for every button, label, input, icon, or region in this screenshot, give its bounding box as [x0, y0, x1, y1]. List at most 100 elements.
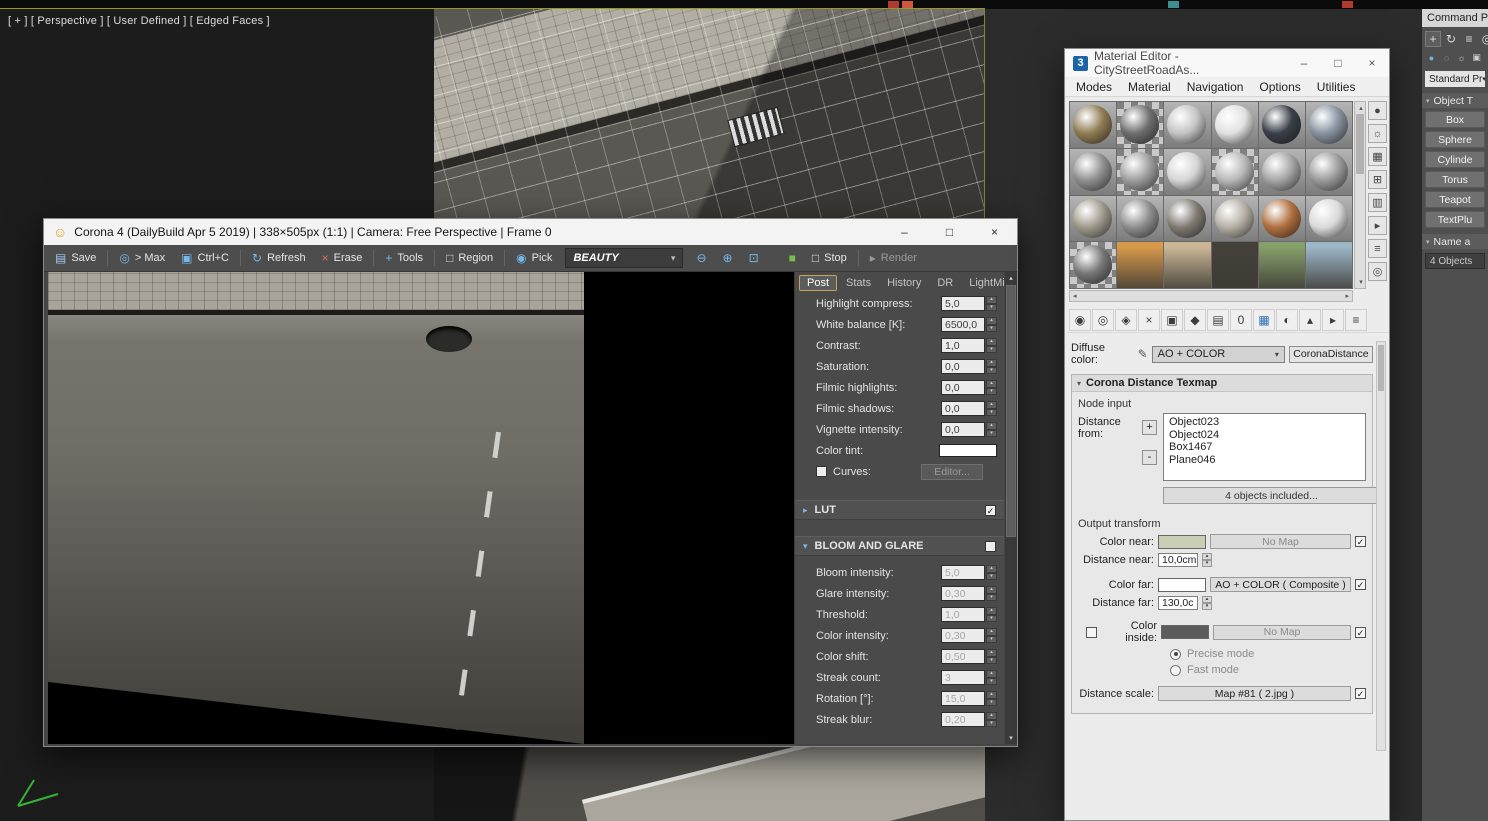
- spinner-down-icon[interactable]: ▾: [986, 387, 997, 395]
- spinner-up-icon[interactable]: ▴: [986, 712, 997, 720]
- material-slot[interactable]: [1070, 242, 1117, 288]
- geometry-category[interactable]: ●: [1425, 51, 1438, 64]
- maximize-button[interactable]: □: [927, 219, 972, 245]
- material-slot[interactable]: [1211, 242, 1258, 288]
- setting-value-input[interactable]: 5,0: [941, 565, 985, 580]
- rollout-header[interactable]: ▾ Corona Distance Texmap: [1072, 375, 1372, 392]
- color-near-swatch[interactable]: [1158, 534, 1206, 549]
- go-to-parent-icon[interactable]: ▴: [1299, 308, 1321, 331]
- objects-included-button[interactable]: 4 objects included...: [1163, 487, 1380, 504]
- curves-checkbox[interactable]: [816, 466, 827, 477]
- color-inside-map-button[interactable]: No Map: [1213, 624, 1351, 640]
- value-spinner[interactable]: ▴ ▾: [986, 380, 997, 395]
- material-slot[interactable]: [1258, 102, 1305, 148]
- primitive-button-cylinde[interactable]: Cylinde: [1425, 151, 1485, 168]
- primitive-button-torus[interactable]: Torus: [1425, 171, 1485, 188]
- save-button[interactable]: ▤ Save: [48, 247, 103, 269]
- material-slot[interactable]: [1164, 195, 1211, 242]
- select-by-material-icon[interactable]: ◎: [1368, 262, 1387, 281]
- material-editor-titlebar[interactable]: 3 Material Editor - CityStreetRoadAs... …: [1065, 49, 1389, 77]
- reset-map-icon[interactable]: ×: [1138, 308, 1160, 331]
- spinner-down-icon[interactable]: ▾: [986, 635, 997, 643]
- material-slot[interactable]: [1117, 148, 1164, 195]
- render-region-button[interactable]: ■: [782, 247, 803, 269]
- setting-value-input[interactable]: 0,0: [941, 359, 985, 374]
- spinner-up-icon[interactable]: ▴: [986, 359, 997, 367]
- menu-material[interactable]: Material: [1121, 80, 1178, 94]
- spinner-up-icon[interactable]: ▴: [986, 628, 997, 636]
- setting-value-input[interactable]: 0,0: [941, 380, 985, 395]
- value-spinner[interactable]: ▴ ▾: [986, 712, 997, 727]
- zoom-in-button[interactable]: ⊕: [716, 247, 740, 269]
- spinner-up-icon[interactable]: ▴: [986, 586, 997, 594]
- value-spinner[interactable]: ▴ ▾: [986, 586, 997, 601]
- setting-value-input[interactable]: 0,50: [941, 649, 985, 664]
- viewport-label[interactable]: [ + ] [ Perspective ] [ User Defined ] […: [8, 15, 270, 27]
- add-object-button[interactable]: +: [1142, 420, 1157, 435]
- scroll-up-icon[interactable]: ▴: [1005, 272, 1017, 284]
- material-slot[interactable]: [1117, 195, 1164, 242]
- color-inside-swatch[interactable]: [1161, 625, 1209, 639]
- object-list-item[interactable]: Plane046: [1169, 454, 1360, 467]
- spinner-down-icon[interactable]: ▾: [986, 345, 997, 353]
- material-slot[interactable]: [1305, 102, 1352, 148]
- scroll-left-icon[interactable]: ◂: [1070, 292, 1080, 300]
- slot-grid-hscrollbar[interactable]: ◂ ▸: [1069, 290, 1353, 302]
- value-spinner[interactable]: ▴ ▾: [986, 691, 997, 706]
- close-button[interactable]: ×: [972, 219, 1017, 245]
- zoom-reset-button[interactable]: ⊡: [742, 247, 766, 269]
- send-to-max-button[interactable]: ◎ > Max: [112, 247, 172, 269]
- setting-value-input[interactable]: 0,20: [941, 712, 985, 727]
- spinner-up-icon[interactable]: ▴: [986, 670, 997, 678]
- setting-value-input[interactable]: 0,30: [941, 586, 985, 601]
- region-button[interactable]: □ Region: [439, 247, 500, 269]
- material-map-navigator-icon[interactable]: ≡: [1345, 308, 1367, 331]
- spinner-down-icon[interactable]: ▾: [986, 572, 997, 580]
- value-spinner[interactable]: ▴ ▾: [986, 628, 997, 643]
- object-name-field[interactable]: 4 Objects: [1425, 253, 1485, 269]
- minimize-button[interactable]: –: [882, 219, 927, 245]
- render-element-select[interactable]: BEAUTY ▾: [565, 248, 684, 268]
- show-shaded-material-in-viewport-icon[interactable]: ▦: [1253, 308, 1275, 331]
- assign-material-to-selection-icon[interactable]: ◈: [1115, 308, 1137, 331]
- color-inside-enable-checkbox[interactable]: [1086, 626, 1097, 638]
- hierarchy-tab[interactable]: ≡: [1461, 31, 1477, 47]
- backlight-icon[interactable]: ☼: [1368, 124, 1387, 143]
- slot-grid-vscrollbar[interactable]: ▴ ▾: [1354, 101, 1366, 289]
- viewport-scene-bottom[interactable]: [434, 747, 985, 821]
- close-button[interactable]: ×: [1355, 49, 1389, 77]
- color-near-map-button[interactable]: No Map: [1210, 534, 1351, 549]
- render-button[interactable]: ▸ Render: [863, 247, 924, 269]
- sample-type-icon[interactable]: ●: [1368, 101, 1387, 120]
- create-tab[interactable]: +: [1425, 31, 1441, 47]
- modify-tab[interactable]: ↻: [1443, 31, 1459, 47]
- maximize-button[interactable]: □: [1321, 49, 1355, 77]
- material-slot[interactable]: [1117, 242, 1164, 288]
- value-spinner[interactable]: ▴ ▾: [986, 670, 997, 685]
- minimize-button[interactable]: –: [1287, 49, 1321, 77]
- corona-titlebar[interactable]: ☺ Corona 4 (DailyBuild Apr 5 2019) | 338…: [44, 219, 1017, 245]
- spinner-down-icon[interactable]: ▾: [986, 677, 997, 685]
- corona-tab-dr[interactable]: DR: [930, 276, 960, 290]
- scroll-right-icon[interactable]: ▸: [1342, 292, 1352, 300]
- primitive-button-teapot[interactable]: Teapot: [1425, 191, 1485, 208]
- value-spinner[interactable]: ▴ ▾: [986, 649, 997, 664]
- object-type-rollout[interactable]: ▾ Object T: [1422, 93, 1488, 108]
- setting-value-input[interactable]: 15,0: [941, 691, 985, 706]
- spinner-down-icon[interactable]: ▾: [986, 366, 997, 374]
- color-tint-swatch[interactable]: [939, 444, 997, 457]
- color-far-map-checkbox[interactable]: ✓: [1355, 579, 1366, 590]
- bloom-checkbox[interactable]: [985, 540, 996, 552]
- scrollbar-thumb[interactable]: [1006, 285, 1016, 537]
- color-far-map-button[interactable]: AO + COLOR ( Composite ): [1210, 577, 1351, 592]
- refresh-button[interactable]: ↻ Refresh: [245, 247, 313, 269]
- options-icon[interactable]: ≡: [1368, 239, 1387, 258]
- primitive-button-textplu[interactable]: TextPlu: [1425, 211, 1485, 228]
- get-material-icon[interactable]: ◉: [1069, 308, 1091, 331]
- material-slot[interactable]: [1305, 195, 1352, 242]
- distance-scale-map-button[interactable]: Map #81 ( 2.jpg ): [1158, 686, 1351, 701]
- lut-section-header[interactable]: ▸ LUT ✓: [795, 500, 1004, 520]
- shapes-category[interactable]: ◌: [1440, 51, 1453, 64]
- background-icon[interactable]: ▦: [1368, 147, 1387, 166]
- corona-panel-scrollbar[interactable]: ▴ ▾: [1005, 272, 1017, 744]
